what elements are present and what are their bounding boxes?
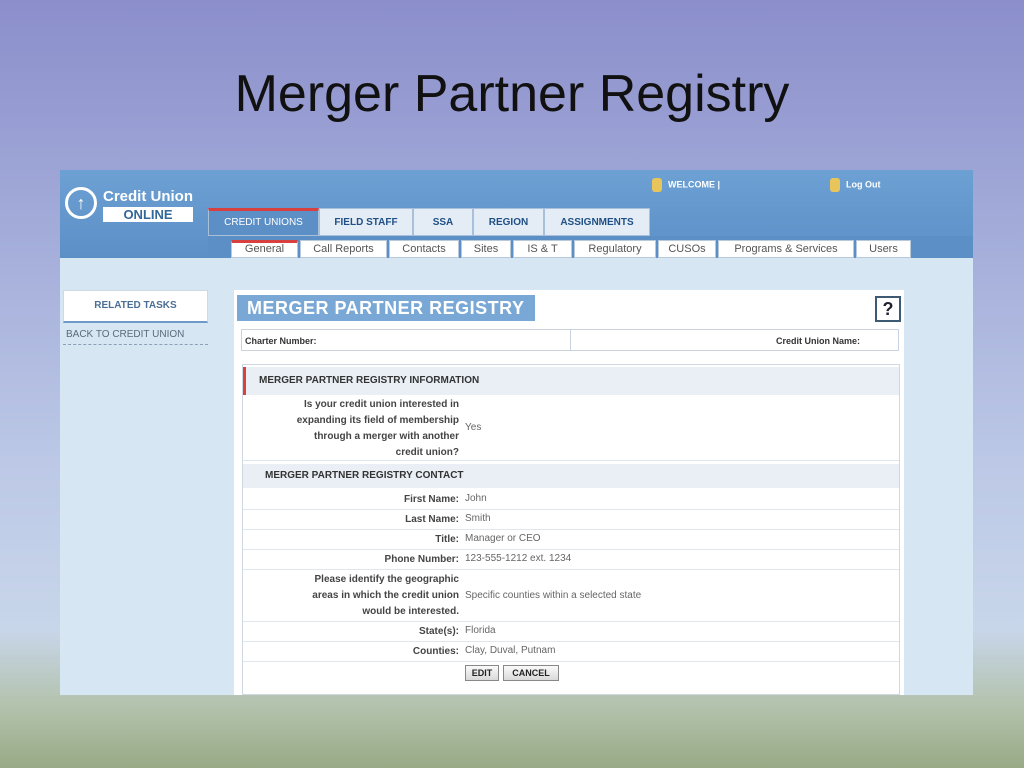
sidebar: RELATED TASKS BACK TO CREDIT UNION	[63, 290, 208, 345]
welcome-label: WELCOME |	[668, 179, 721, 190]
subtab-users[interactable]: Users	[856, 240, 911, 258]
subtab-cusos[interactable]: CUSOs	[658, 240, 716, 258]
geographic-areas-label: Please identify the geographic areas in …	[243, 572, 459, 620]
geographic-areas-value: Specific counties within a selected stat…	[465, 590, 642, 601]
user-icon	[652, 178, 662, 192]
last-name-label: Last Name:	[405, 514, 459, 525]
states-label: State(s):	[418, 626, 459, 637]
registry-panel: MERGER PARTNER REGISTRY INFORMATION Is y…	[242, 364, 900, 695]
geo-label-line: Please identify the geographic	[314, 574, 459, 585]
credit-union-name-label: Credit Union Name:	[775, 336, 860, 346]
app-screenshot: ↑ Credit Union ONLINE WELCOME | Log Out …	[60, 170, 973, 695]
counties-row: Counties: Clay, Duval, Putnam	[243, 642, 899, 662]
tab-ssa[interactable]: SSA	[413, 208, 473, 236]
help-button[interactable]: ?	[875, 296, 901, 322]
subtab-call-reports[interactable]: Call Reports	[300, 240, 387, 258]
question-line: through a merger with another	[313, 431, 459, 442]
subtab-is-t[interactable]: IS & T	[513, 240, 572, 258]
interest-question-label: Is your credit union interested in expan…	[243, 397, 459, 461]
cancel-button[interactable]: CANCEL	[503, 665, 559, 681]
phone-row: Phone Number: 123-555-1212 ext. 1234	[243, 550, 899, 570]
logo-subtext: ONLINE	[103, 207, 193, 222]
logo-arrow-icon: ↑	[65, 187, 97, 219]
interest-question-row: Is your credit union interested in expan…	[243, 395, 899, 461]
subtab-programs-services[interactable]: Programs & Services	[718, 240, 854, 258]
interest-answer: Yes	[465, 422, 482, 433]
contact-section-header: MERGER PARTNER REGISTRY CONTACT	[243, 464, 899, 488]
edit-button[interactable]: EDIT	[465, 665, 499, 681]
info-section-header: MERGER PARTNER REGISTRY INFORMATION	[243, 367, 899, 395]
tab-field-staff[interactable]: FIELD STAFF	[319, 208, 413, 236]
last-name-value: Smith	[465, 513, 491, 524]
phone-label: Phone Number:	[384, 554, 459, 565]
tab-assignments[interactable]: ASSIGNMENTS	[544, 208, 650, 236]
subtab-regulatory[interactable]: Regulatory	[574, 240, 656, 258]
geo-label-line: would be interested.	[362, 606, 459, 617]
states-row: State(s): Florida	[243, 622, 899, 642]
subtab-contacts[interactable]: Contacts	[389, 240, 459, 258]
main-content: MERGER PARTNER REGISTRY ? Charter Number…	[234, 290, 904, 695]
title-label: Title:	[435, 534, 459, 545]
subtab-general[interactable]: General	[231, 240, 298, 258]
page-title: MERGER PARTNER REGISTRY	[237, 295, 535, 321]
credit-union-online-logo[interactable]: ↑ Credit Union ONLINE	[65, 185, 195, 225]
lock-icon	[830, 178, 840, 192]
charter-number-label: Charter Number:	[245, 336, 317, 346]
logout-link[interactable]: Log Out	[830, 178, 881, 192]
credit-union-info-row: Charter Number: Credit Union Name:	[241, 329, 899, 351]
tab-credit-unions[interactable]: CREDIT UNIONS	[208, 208, 319, 236]
question-line: expanding its field of membership	[296, 415, 459, 426]
related-tasks-heading: RELATED TASKS	[63, 290, 208, 323]
question-line: Is your credit union interested in	[303, 399, 459, 410]
geo-label-line: areas in which the credit union	[312, 590, 459, 601]
question-line: credit union?	[395, 447, 459, 458]
logo-text: Credit Union	[103, 188, 193, 205]
back-to-credit-union-link[interactable]: BACK TO CREDIT UNION	[63, 329, 208, 345]
slide-title: Merger Partner Registry	[234, 65, 790, 123]
title-value: Manager or CEO	[465, 533, 541, 544]
logout-label: Log Out	[846, 179, 881, 190]
subtab-sites[interactable]: Sites	[461, 240, 511, 258]
title-row: Title: Manager or CEO	[243, 530, 899, 550]
counties-value: Clay, Duval, Putnam	[465, 645, 556, 656]
last-name-row: Last Name: Smith	[243, 510, 899, 530]
phone-value: 123-555-1212 ext. 1234	[465, 553, 572, 564]
welcome-text: WELCOME |	[652, 178, 720, 192]
geographic-areas-row: Please identify the geographic areas in …	[243, 570, 899, 622]
tab-region[interactable]: REGION	[473, 208, 544, 236]
states-value: Florida	[465, 625, 496, 636]
first-name-label: First Name:	[403, 494, 459, 505]
row-divider	[570, 330, 571, 350]
counties-label: Counties:	[412, 646, 459, 657]
first-name-row: First Name: John	[243, 490, 899, 510]
first-name-value: John	[465, 493, 487, 504]
